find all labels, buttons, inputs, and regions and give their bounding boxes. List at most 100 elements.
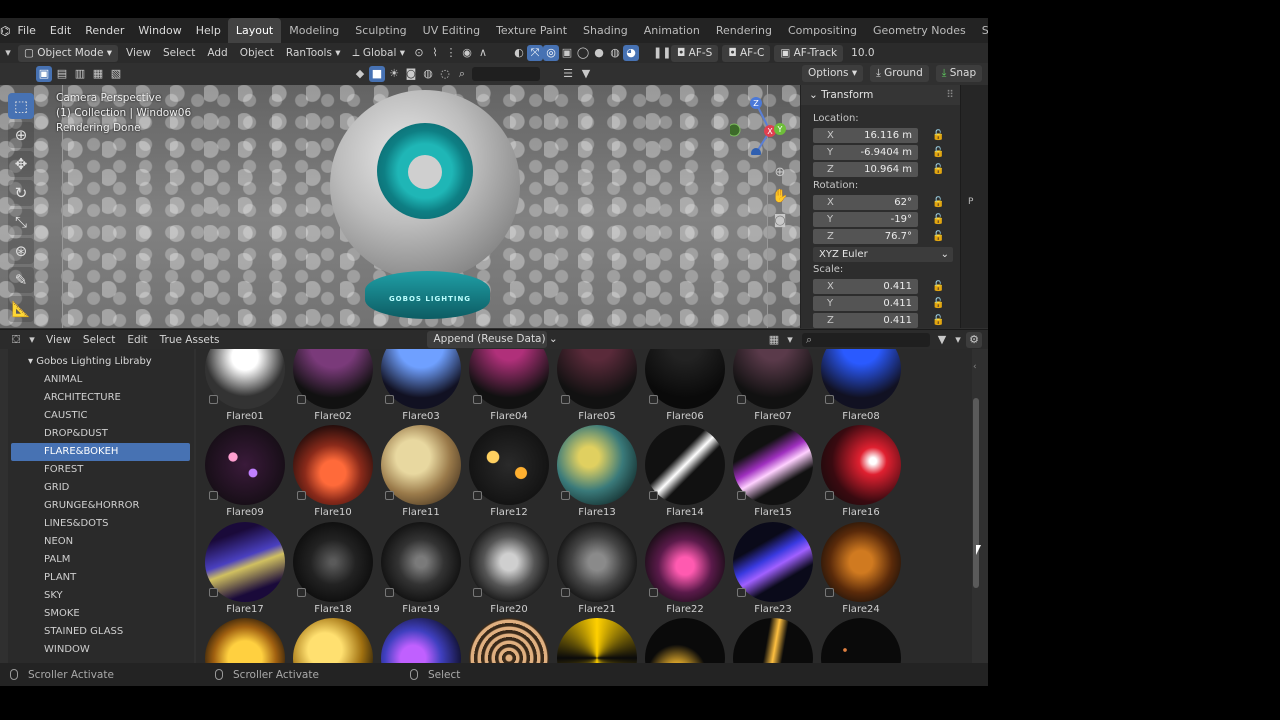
asset-tile[interactable]: Flare28 (460, 618, 549, 663)
asset-checkbox[interactable] (561, 395, 570, 404)
tab-rendering[interactable]: Rendering (708, 18, 780, 43)
lock-icon[interactable]: 🔓 (932, 214, 944, 225)
asset-thumbnail[interactable] (645, 618, 725, 663)
filter-funnel-icon[interactable]: ▼ (578, 66, 594, 82)
asset-tile[interactable]: Flare12 (460, 425, 549, 521)
library-root[interactable]: ▾ Gobos Lighting Libraby (8, 353, 194, 371)
catalog-item[interactable]: FLARE&BOKEH (11, 443, 190, 461)
asset-tile[interactable]: Flare09 (196, 425, 285, 521)
camera-view-icon[interactable]: ◙ (772, 213, 788, 229)
drag-handle-icon[interactable]: ⠿ (946, 85, 954, 105)
lock-icon[interactable]: 🔓 (932, 231, 944, 242)
annotate-tool-icon[interactable]: ✎ (8, 267, 34, 293)
af-c-button[interactable]: ◘ AF-C (722, 44, 771, 62)
proportional-edit-icon[interactable]: ◉ (459, 45, 475, 61)
asset-checkbox[interactable] (473, 491, 482, 500)
rantools-menu[interactable]: RanTools ▾ (280, 44, 347, 62)
asset-tile[interactable]: Flare22 (636, 522, 725, 618)
solid-shading-icon[interactable]: ● (591, 45, 607, 61)
select-new-icon[interactable]: ▣ (36, 66, 52, 82)
rendered-shading-icon[interactable]: ◕ (623, 45, 639, 61)
sidebar-tab-p[interactable]: P (968, 197, 973, 207)
menu-add[interactable]: Add (201, 44, 233, 62)
3d-viewport[interactable]: GOBOS LIGHTING ⬚ ⊕ ✥ ↻ ⤡ ⊛ ✎ 📐 Camera Pe… (0, 85, 800, 328)
catalog-item[interactable]: ANIMAL (8, 371, 194, 389)
asset-tile[interactable]: Flare29 (548, 618, 637, 663)
catalog-item[interactable]: SKY (8, 587, 194, 605)
world-filter-icon[interactable]: ◍ (420, 66, 436, 82)
menu-edit[interactable]: Edit (43, 18, 78, 43)
light-filter-icon[interactable]: ☀ (386, 66, 402, 82)
catalog-item[interactable]: STAINED GLASS (8, 623, 194, 641)
object-filter-icon[interactable]: ■ (369, 66, 385, 82)
collapse-arrow-icon[interactable]: ‹ (973, 362, 977, 372)
asset-tile[interactable]: Flare27 (372, 618, 461, 663)
menu-window[interactable]: Window (131, 18, 188, 43)
blender-logo-icon[interactable]: ⌬ (0, 24, 10, 38)
catalog-item[interactable]: SMOKE (8, 605, 194, 623)
asset-tile[interactable]: Flare15 (724, 425, 813, 521)
orientation-selector[interactable]: ⟂ Global ▾ (347, 44, 411, 62)
xray-icon[interactable]: ▣ (559, 45, 575, 61)
tab-sculpting[interactable]: Sculpting (347, 18, 414, 43)
af-track-button[interactable]: ▣ AF-Track (774, 44, 844, 62)
asset-checkbox[interactable] (209, 395, 218, 404)
asset-tile[interactable]: Flare19 (372, 522, 461, 618)
menu-file[interactable]: File (10, 18, 42, 43)
scale-y-field[interactable]: Y 0.411 (813, 296, 918, 311)
scale-tool-icon[interactable]: ⤡ (8, 209, 34, 235)
asset-checkbox[interactable] (561, 588, 570, 597)
asset-tile[interactable]: Flare21 (548, 522, 637, 618)
menu-render[interactable]: Render (78, 18, 131, 43)
catalog-item[interactable]: FOREST (8, 461, 194, 479)
asset-tile[interactable]: Flare08 (812, 349, 901, 425)
asset-tile[interactable]: Flare17 (196, 522, 285, 618)
asset-search-input[interactable]: ⌕ (802, 332, 930, 347)
asset-tile[interactable]: Flare25 (196, 618, 285, 663)
partial-value[interactable]: 10.0 (845, 44, 880, 62)
catalog-item[interactable]: CAUSTIC (8, 407, 194, 425)
catalog-item[interactable]: GRUNGE&HORROR (8, 497, 194, 515)
wireframe-shading-icon[interactable]: ◯ (575, 45, 591, 61)
camera-filter-icon[interactable]: ◙ (403, 66, 419, 82)
catalog-item[interactable]: GRID (8, 479, 194, 497)
tab-shading[interactable]: Shading (575, 18, 636, 43)
ab-menu-edit[interactable]: Edit (121, 331, 153, 349)
asset-checkbox[interactable] (737, 395, 746, 404)
asset-checkbox[interactable] (297, 491, 306, 500)
mode-selector[interactable]: ▢ Object Mode ▾ (18, 44, 119, 62)
chevron-down-icon[interactable]: ▾ (782, 332, 798, 348)
lock-icon[interactable]: 🔓 (932, 281, 944, 292)
asset-checkbox[interactable] (825, 588, 834, 597)
asset-checkbox[interactable] (649, 491, 658, 500)
asset-checkbox[interactable] (385, 491, 394, 500)
overlay-icon[interactable]: ◎ (543, 45, 559, 61)
cursor-tool-icon[interactable]: ⊕ (8, 122, 34, 148)
other-filter-icon[interactable]: ◌ (437, 66, 453, 82)
select-box-tool-icon[interactable]: ⬚ (8, 93, 34, 119)
lock-icon[interactable]: 🔓 (932, 130, 944, 141)
asset-checkbox[interactable] (737, 588, 746, 597)
asset-tile[interactable]: Flare10 (284, 425, 373, 521)
lock-icon[interactable]: 🔓 (932, 298, 944, 309)
viewport-search-input[interactable] (472, 67, 540, 81)
tab-compositing[interactable]: Compositing (780, 18, 865, 43)
pan-hand-icon[interactable]: ✋ (772, 189, 788, 205)
catalog-item[interactable]: LINES&DOTS (8, 515, 194, 533)
asset-tile[interactable]: Flare02 (284, 349, 373, 425)
asset-tile[interactable]: Flare16 (812, 425, 901, 521)
asset-tile[interactable]: Flare20 (460, 522, 549, 618)
tab-uv-editing[interactable]: UV Editing (415, 18, 488, 43)
asset-checkbox[interactable] (649, 395, 658, 404)
asset-tile[interactable]: Flare11 (372, 425, 461, 521)
asset-tile[interactable]: Flare24 (812, 522, 901, 618)
asset-thumbnail[interactable] (381, 618, 461, 663)
asset-thumbnail[interactable] (205, 618, 285, 663)
chevron-down-icon[interactable]: ▾ (950, 332, 966, 348)
sort-icon[interactable]: ☰ (560, 66, 576, 82)
asset-tile[interactable]: Flare14 (636, 425, 725, 521)
tab-animation[interactable]: Animation (636, 18, 708, 43)
settings-gear-icon[interactable]: ⚙ (966, 331, 982, 348)
lock-icon[interactable]: 🔓 (932, 147, 944, 158)
asset-thumbnail[interactable] (733, 618, 813, 663)
